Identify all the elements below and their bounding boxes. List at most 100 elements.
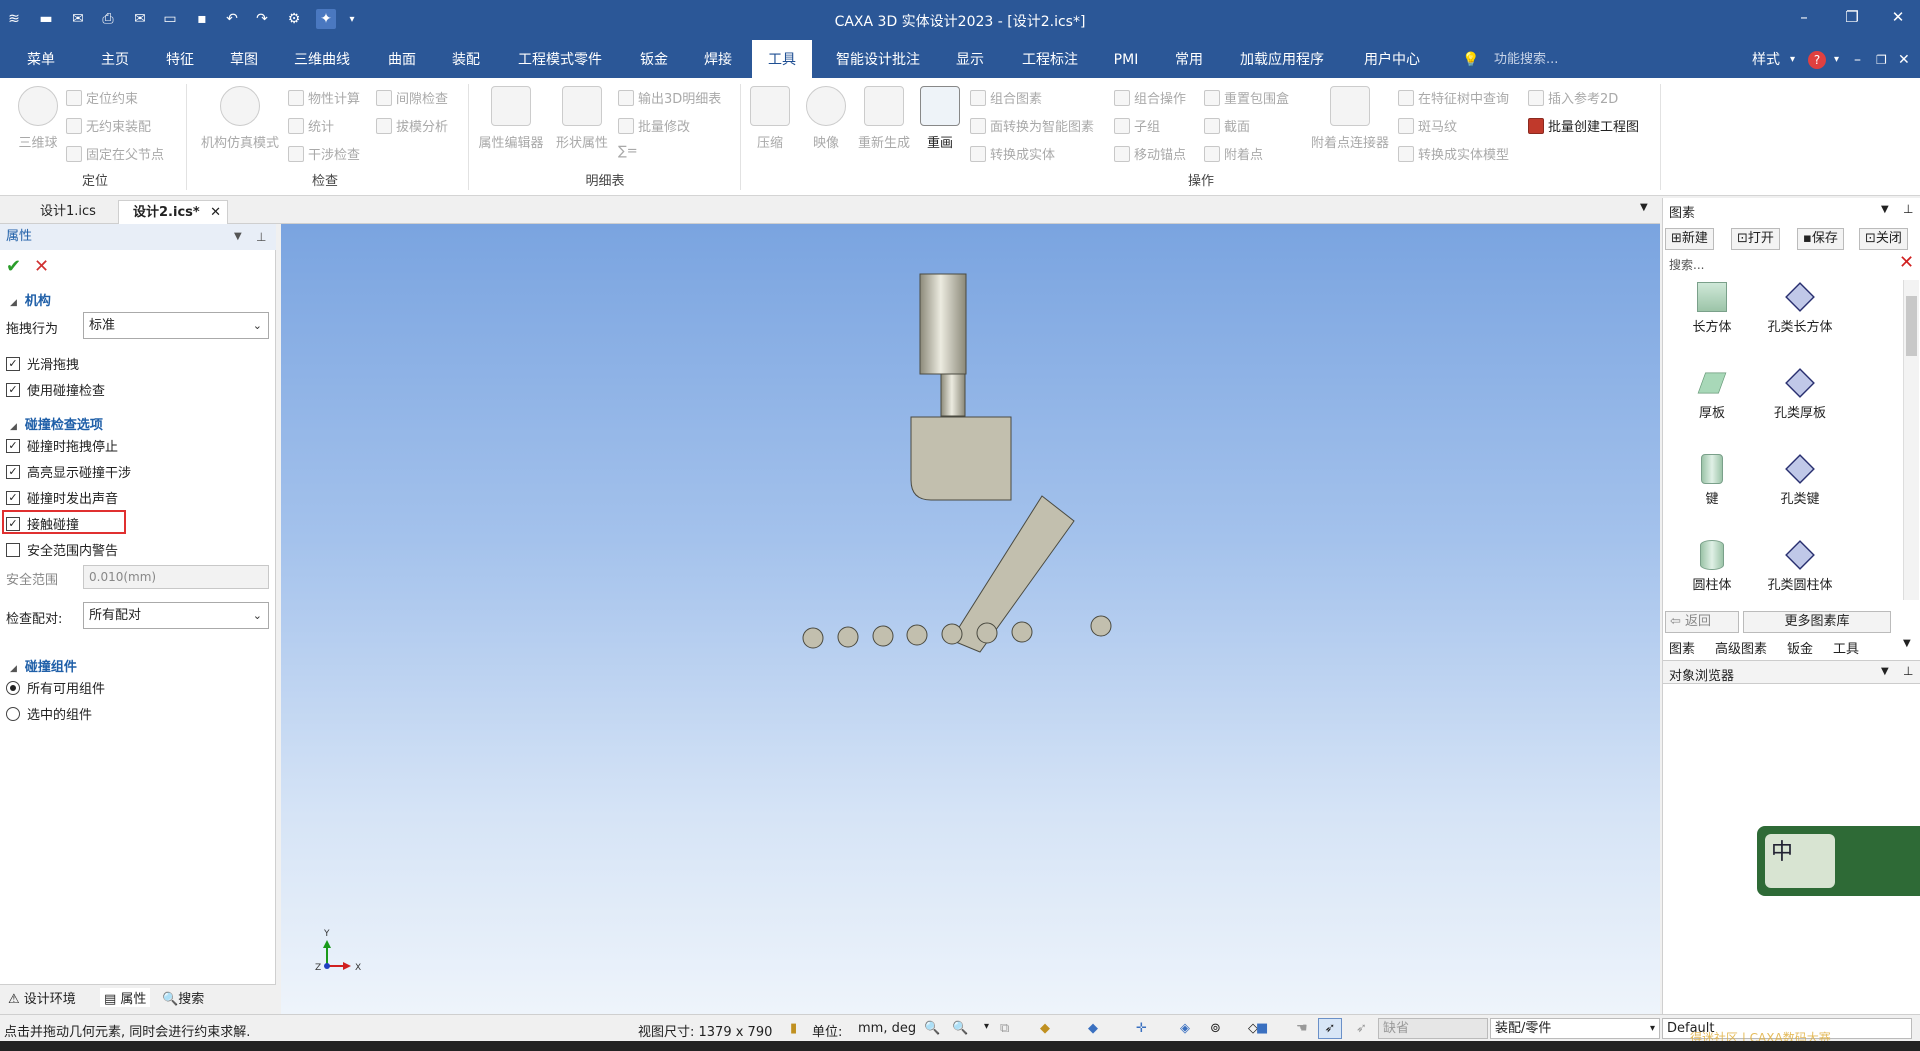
elements-search-input[interactable]: 搜索... bbox=[1669, 256, 1889, 273]
cursor-icon[interactable]: ➶ bbox=[1356, 1021, 1367, 1036]
regenerate-button[interactable]: 重新生成 bbox=[852, 86, 916, 151]
box-view-icon[interactable]: ■ bbox=[1256, 1021, 1268, 1036]
more-library-button[interactable]: 更多图素库 bbox=[1743, 611, 1891, 633]
drag-behavior-select[interactable]: 标准 ⌄ bbox=[83, 312, 269, 339]
menu-item-pmi[interactable]: PMI bbox=[1098, 40, 1154, 78]
mirror-button[interactable]: 映像 bbox=[798, 86, 854, 151]
open-button[interactable]: ⊡打开 bbox=[1731, 228, 1780, 250]
compress-button[interactable]: 压缩 bbox=[742, 86, 798, 151]
punch-body[interactable] bbox=[919, 273, 967, 375]
restore-icon[interactable]: ❐ bbox=[1840, 8, 1864, 30]
menu-item-smart-annot[interactable]: 智能设计批注 bbox=[826, 40, 930, 78]
locate-constraint-button[interactable]: 定位约束 bbox=[66, 88, 138, 107]
unit-value[interactable]: mm, deg bbox=[858, 1021, 916, 1036]
pin-icon[interactable]: ⊥ bbox=[1903, 202, 1913, 216]
element-hole-key[interactable]: 孔类键 bbox=[1755, 454, 1845, 507]
menu-item-common[interactable]: 常用 bbox=[1160, 40, 1218, 78]
attach-point-button[interactable]: 附着点 bbox=[1204, 144, 1263, 163]
style-chevron-icon[interactable]: ▾ bbox=[1790, 40, 1795, 78]
highlight-collision-checkbox[interactable]: ✓ 高亮显示碰撞干涉 bbox=[6, 462, 131, 481]
statistics-button[interactable]: 统计 bbox=[288, 116, 334, 135]
doc-restore-icon[interactable]: ❐ bbox=[1876, 40, 1887, 78]
redraw-button[interactable]: 重画 bbox=[912, 86, 968, 151]
zebra-button[interactable]: 斑马纹 bbox=[1398, 116, 1457, 135]
gap-check-button[interactable]: 间隙检查 bbox=[376, 88, 448, 107]
ball[interactable] bbox=[802, 627, 824, 649]
contact-collision-checkbox[interactable]: ✓ 接触碰撞 bbox=[6, 514, 79, 533]
ime-widget[interactable]: 中 bbox=[1757, 826, 1920, 896]
scene-svg[interactable]: Y X Z bbox=[281, 224, 1660, 1014]
use-collision-checkbox[interactable]: ✓ 使用碰撞检查 bbox=[6, 380, 105, 399]
section-collision-options[interactable]: ◢ 碰撞检查选项 bbox=[10, 414, 103, 433]
tab-design-env[interactable]: ⚠ 设计环境 bbox=[8, 988, 76, 1007]
close-button[interactable]: ⊡关闭 bbox=[1859, 228, 1908, 250]
tab-advanced-elements[interactable]: 高级图素 bbox=[1715, 638, 1767, 657]
object-browser-dropdown-icon[interactable]: ▼ bbox=[1881, 666, 1889, 677]
panel-dropdown-icon[interactable]: ▼ bbox=[234, 224, 242, 250]
zoom-icon[interactable]: 🔍 bbox=[924, 1021, 940, 1036]
safe-range-input[interactable]: 0.010(mm) bbox=[83, 565, 269, 589]
section-button[interactable]: 截面 bbox=[1204, 116, 1250, 135]
check-pair-select[interactable]: 所有配对 ⌄ bbox=[83, 602, 269, 629]
cancel-icon[interactable]: ✕ bbox=[34, 256, 49, 277]
menu-item-addins[interactable]: 加载应用程序 bbox=[1232, 40, 1332, 78]
doc-tab-close-icon[interactable]: ✕ bbox=[210, 201, 221, 225]
filter-select[interactable]: 缺省 bbox=[1378, 1018, 1488, 1039]
element-plate[interactable]: 厚板 bbox=[1667, 368, 1757, 421]
hand-icon[interactable]: ☚ bbox=[1296, 1021, 1308, 1036]
smooth-drag-checkbox[interactable]: ✓ 光滑拖拽 bbox=[6, 354, 79, 373]
close-icon[interactable]: ✕ bbox=[1886, 8, 1910, 30]
element-hole-plate[interactable]: 孔类厚板 bbox=[1755, 368, 1845, 421]
zoom-area-icon[interactable]: 🔍 bbox=[952, 1021, 968, 1036]
combine-op-button[interactable]: 组合操作 bbox=[1114, 88, 1186, 107]
doc-close-icon[interactable]: ✕ bbox=[1898, 40, 1910, 78]
shape-attr-button[interactable]: 形状属性 bbox=[550, 86, 614, 151]
attr-editor-button[interactable]: 属性编辑器 bbox=[476, 86, 546, 151]
to-solid-model-button[interactable]: 转换成实体模型 bbox=[1398, 144, 1509, 163]
new-button[interactable]: ⊞新建 bbox=[1665, 228, 1714, 250]
menu-item-surface[interactable]: 曲面 bbox=[372, 40, 432, 78]
menu-item-eng-annot[interactable]: 工程标注 bbox=[1014, 40, 1086, 78]
interference-check-button[interactable]: 干涉检查 bbox=[288, 144, 360, 163]
element-key[interactable]: 键 bbox=[1667, 454, 1757, 507]
ball[interactable] bbox=[976, 622, 998, 644]
stop-on-collision-checkbox[interactable]: ✓ 碰撞时拖拽停止 bbox=[6, 436, 118, 455]
ball[interactable] bbox=[941, 623, 963, 645]
tab-sheet-metal[interactable]: 钣金 bbox=[1787, 638, 1813, 657]
element-hole-cylinder[interactable]: 孔类圆柱体 bbox=[1755, 540, 1845, 593]
glasses-icon[interactable]: ⊚ bbox=[1210, 1021, 1221, 1036]
help-chevron-icon[interactable]: ▾ bbox=[1834, 40, 1839, 78]
render-icon[interactable]: ◈ bbox=[1180, 1021, 1190, 1036]
element-box[interactable]: 长方体 bbox=[1667, 282, 1757, 335]
feature-search-input[interactable]: 功能搜索... bbox=[1494, 40, 1558, 78]
menu-item-feature[interactable]: 特征 bbox=[150, 40, 210, 78]
copy-icon[interactable]: ⧉ bbox=[1000, 1021, 1009, 1036]
chevron-down-icon[interactable]: ▾ bbox=[984, 1021, 989, 1032]
pin-icon[interactable]: ⊥ bbox=[256, 224, 266, 250]
ball[interactable] bbox=[1011, 621, 1033, 643]
mode-select[interactable]: 装配/零件 ▾ bbox=[1490, 1018, 1660, 1039]
ball[interactable] bbox=[906, 624, 928, 646]
punch-head[interactable] bbox=[910, 416, 1012, 501]
insert-ref2d-button[interactable]: 插入参考2D bbox=[1528, 88, 1618, 107]
face-to-smart-button[interactable]: 面转换为智能图素 bbox=[970, 116, 1094, 135]
menu-item-usercenter[interactable]: 用户中心 bbox=[1350, 40, 1434, 78]
reset-bbox-button[interactable]: 重置包围盒 bbox=[1204, 88, 1289, 107]
draft-analysis-button[interactable]: 拔模分析 bbox=[376, 116, 448, 135]
convert-solid-button[interactable]: 转换成实体 bbox=[970, 144, 1055, 163]
tabs-dropdown-icon[interactable]: ▼ bbox=[1640, 202, 1648, 213]
help-icon[interactable]: ? bbox=[1808, 51, 1826, 69]
move-anchor-button[interactable]: 移动锚点 bbox=[1114, 144, 1186, 163]
menu-item-display[interactable]: 显示 bbox=[940, 40, 1000, 78]
back-button[interactable]: ⇦ 返回 bbox=[1665, 611, 1739, 633]
menu-item-tools[interactable]: 工具 bbox=[752, 40, 812, 78]
section-mechanism[interactable]: ◢ 机构 bbox=[10, 290, 51, 309]
ball[interactable] bbox=[872, 625, 894, 647]
export-bom-button[interactable]: 输出3D明细表 bbox=[618, 88, 721, 107]
attach-connector-button[interactable]: 附着点连接器 bbox=[1304, 86, 1396, 151]
confirm-icon[interactable]: ✔ bbox=[6, 256, 21, 277]
element-cylinder[interactable]: 圆柱体 bbox=[1667, 540, 1757, 593]
minimize-icon[interactable]: – bbox=[1792, 8, 1816, 30]
style-menu[interactable]: 样式 bbox=[1752, 40, 1780, 78]
mechanism-sim-button[interactable]: 机构仿真模式 bbox=[194, 86, 286, 151]
